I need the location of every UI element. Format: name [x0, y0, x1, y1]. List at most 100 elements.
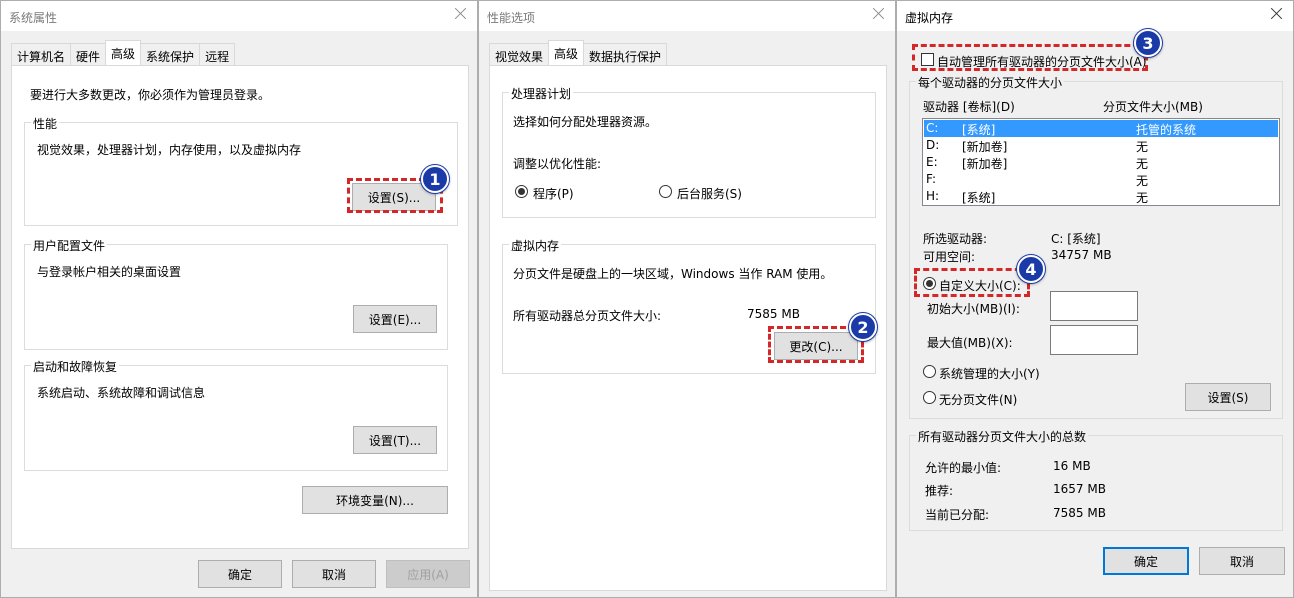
- user-profiles-label: 用户配置文件: [31, 237, 108, 254]
- drive-label: [系统]: [962, 191, 996, 205]
- tab-advanced[interactable]: 高级: [105, 40, 142, 65]
- tab-strip: 视觉效果 高级 数据执行保护: [489, 40, 668, 65]
- user-profiles-group: 用户配置文件 与登录帐户相关的桌面设置: [24, 237, 448, 350]
- startup-recovery-label: 启动和故障恢复: [31, 358, 120, 375]
- tab-advanced[interactable]: 高级: [548, 40, 585, 65]
- step-badge-4: 4: [1017, 255, 1045, 283]
- advanced-tab-panel: 要进行大多数更改，你必须作为管理员登录。 性能 视觉效果，处理器计划，内存使用，…: [11, 65, 469, 549]
- window-title: 系统属性: [9, 11, 58, 25]
- max-size-label: 最大值(MB)(X):: [927, 336, 1013, 350]
- drive-column-header: 驱动器 [卷标](D): [923, 100, 1015, 114]
- cancel-button[interactable]: 取消: [1199, 547, 1285, 575]
- step-badge-2: 2: [849, 313, 877, 341]
- window-title: 性能选项: [487, 11, 536, 25]
- apply-button[interactable]: 应用(A): [386, 560, 470, 588]
- step-badge-3: 3: [1134, 29, 1162, 57]
- free-space-value: 34757 MB: [1051, 248, 1112, 262]
- list-item[interactable]: F: 无: [924, 171, 1278, 188]
- drive-list[interactable]: C: [系统] 托管的系统 D: [新加卷] 无 E: [新加卷] 无 F: 无…: [922, 118, 1280, 206]
- tab-strip: 计算机名 硬件 高级 系统保护 远程: [11, 40, 236, 65]
- title-bar: 虚拟内存: [897, 1, 1293, 31]
- min-allowed-label: 允许的最小值:: [925, 461, 1002, 475]
- min-allowed-value: 16 MB: [1053, 459, 1091, 473]
- size-column-header: 分页文件大小(MB): [1103, 100, 1203, 114]
- recommended-value: 1657 MB: [1053, 482, 1106, 496]
- environment-variables-button[interactable]: 环境变量(N)...: [302, 486, 448, 514]
- callout-custom-size: [914, 268, 1030, 297]
- drive-size: 无: [1136, 174, 1149, 188]
- totals-label: 所有驱动器分页文件大小的总数: [916, 428, 1089, 445]
- background-services-radio[interactable]: [659, 185, 672, 198]
- close-icon[interactable]: [871, 6, 887, 22]
- free-space-label: 可用空间:: [923, 250, 976, 264]
- performance-label: 性能: [31, 115, 60, 132]
- selected-drive-label: 所选驱动器:: [923, 232, 988, 246]
- drive-letter: F:: [926, 172, 937, 186]
- virtual-memory-window: 虚拟内存 自动管理所有驱动器的分页文件大小(A) 每个驱动器的分页文件大小 驱动…: [896, 0, 1294, 598]
- tab-remote[interactable]: 远程: [199, 43, 236, 65]
- startup-recovery-desc: 系统启动、系统故障和调试信息: [37, 386, 206, 400]
- list-item[interactable]: D: [新加卷] 无: [924, 137, 1278, 154]
- set-button[interactable]: 设置(S): [1185, 383, 1271, 411]
- drive-letter: H:: [926, 189, 940, 203]
- title-bar: 性能选项: [479, 1, 895, 31]
- virtual-memory-label: 虚拟内存: [509, 237, 562, 254]
- no-paging-label[interactable]: 无分页文件(N): [939, 391, 1017, 408]
- per-drive-label: 每个驱动器的分页文件大小: [916, 74, 1065, 91]
- processor-scheduling-desc: 选择如何分配处理器资源。: [513, 115, 658, 129]
- list-item[interactable]: E: [新加卷] 无: [924, 154, 1278, 171]
- processor-scheduling-group: 处理器计划 选择如何分配处理器资源。 调整以优化性能: 程序(P) 后台服务(S…: [502, 85, 876, 218]
- admin-notice: 要进行大多数更改，你必须作为管理员登录。: [30, 88, 271, 102]
- system-managed-radio[interactable]: [923, 365, 936, 378]
- user-profiles-settings-button[interactable]: 设置(E)...: [353, 305, 437, 333]
- tab-dep[interactable]: 数据执行保护: [583, 43, 668, 65]
- drive-size: 无: [1136, 191, 1149, 205]
- background-services-radio-label[interactable]: 后台服务(S): [677, 185, 742, 202]
- total-paging-value: 7585 MB: [747, 307, 800, 321]
- max-size-input[interactable]: [1050, 325, 1138, 355]
- no-paging-radio[interactable]: [923, 391, 936, 404]
- tab-hardware[interactable]: 硬件: [70, 43, 107, 65]
- ok-button[interactable]: 确定: [198, 560, 282, 588]
- total-paging-label: 所有驱动器总分页文件大小:: [513, 309, 662, 323]
- per-drive-group: 每个驱动器的分页文件大小 驱动器 [卷标](D) 分页文件大小(MB) C: […: [909, 74, 1283, 419]
- initial-size-label: 初始大小(MB)(I):: [927, 302, 1020, 316]
- drive-size: 无: [1136, 140, 1149, 154]
- selected-drive-value: C: [系统]: [1051, 232, 1101, 246]
- tab-computer-name[interactable]: 计算机名: [11, 43, 72, 65]
- virtual-memory-desc: 分页文件是硬盘上的一块区域，Windows 当作 RAM 使用。: [513, 267, 833, 281]
- close-icon[interactable]: [1269, 6, 1285, 22]
- system-properties-window: 系统属性 计算机名 硬件 高级 系统保护 远程 要进行大多数更改，你必须作为管理…: [0, 0, 478, 598]
- drive-size: 托管的系统: [1136, 123, 1197, 137]
- programs-radio-label[interactable]: 程序(P): [533, 185, 574, 202]
- performance-options-window: 性能选项 视觉效果 高级 数据执行保护 处理器计划 选择如何分配处理器资源。 调…: [478, 0, 896, 598]
- list-item[interactable]: H: [系统] 无: [924, 188, 1278, 205]
- tab-system-protection[interactable]: 系统保护: [140, 43, 201, 65]
- title-bar: 系统属性: [1, 1, 477, 31]
- system-managed-label[interactable]: 系统管理的大小(Y): [939, 365, 1040, 382]
- drive-size: 无: [1136, 157, 1149, 171]
- cancel-button[interactable]: 取消: [292, 560, 376, 588]
- drive-letter: D:: [926, 138, 940, 152]
- drive-label: [新加卷]: [962, 157, 1008, 171]
- optimize-label: 调整以优化性能:: [513, 157, 602, 171]
- allocated-label: 当前已分配:: [925, 508, 990, 522]
- initial-size-input[interactable]: [1050, 291, 1138, 321]
- ok-button[interactable]: 确定: [1103, 547, 1189, 575]
- drive-label: [新加卷]: [962, 140, 1008, 154]
- tab-visual-effects[interactable]: 视觉效果: [489, 43, 550, 65]
- close-icon[interactable]: [453, 6, 469, 22]
- user-profiles-desc: 与登录帐户相关的桌面设置: [37, 265, 182, 279]
- drive-letter: E:: [926, 155, 938, 169]
- performance-desc: 视觉效果，处理器计划，内存使用，以及虚拟内存: [37, 143, 302, 157]
- allocated-value: 7585 MB: [1053, 506, 1106, 520]
- window-title: 虚拟内存: [905, 11, 954, 25]
- recommended-label: 推荐:: [925, 484, 954, 498]
- processor-scheduling-label: 处理器计划: [509, 85, 574, 102]
- drive-label: [系统]: [962, 123, 996, 137]
- list-item[interactable]: C: [系统] 托管的系统: [924, 120, 1278, 137]
- drive-letter: C:: [926, 121, 939, 135]
- step-badge-1: 1: [421, 165, 449, 193]
- programs-radio[interactable]: [515, 185, 528, 198]
- startup-recovery-settings-button[interactable]: 设置(T)...: [353, 426, 437, 454]
